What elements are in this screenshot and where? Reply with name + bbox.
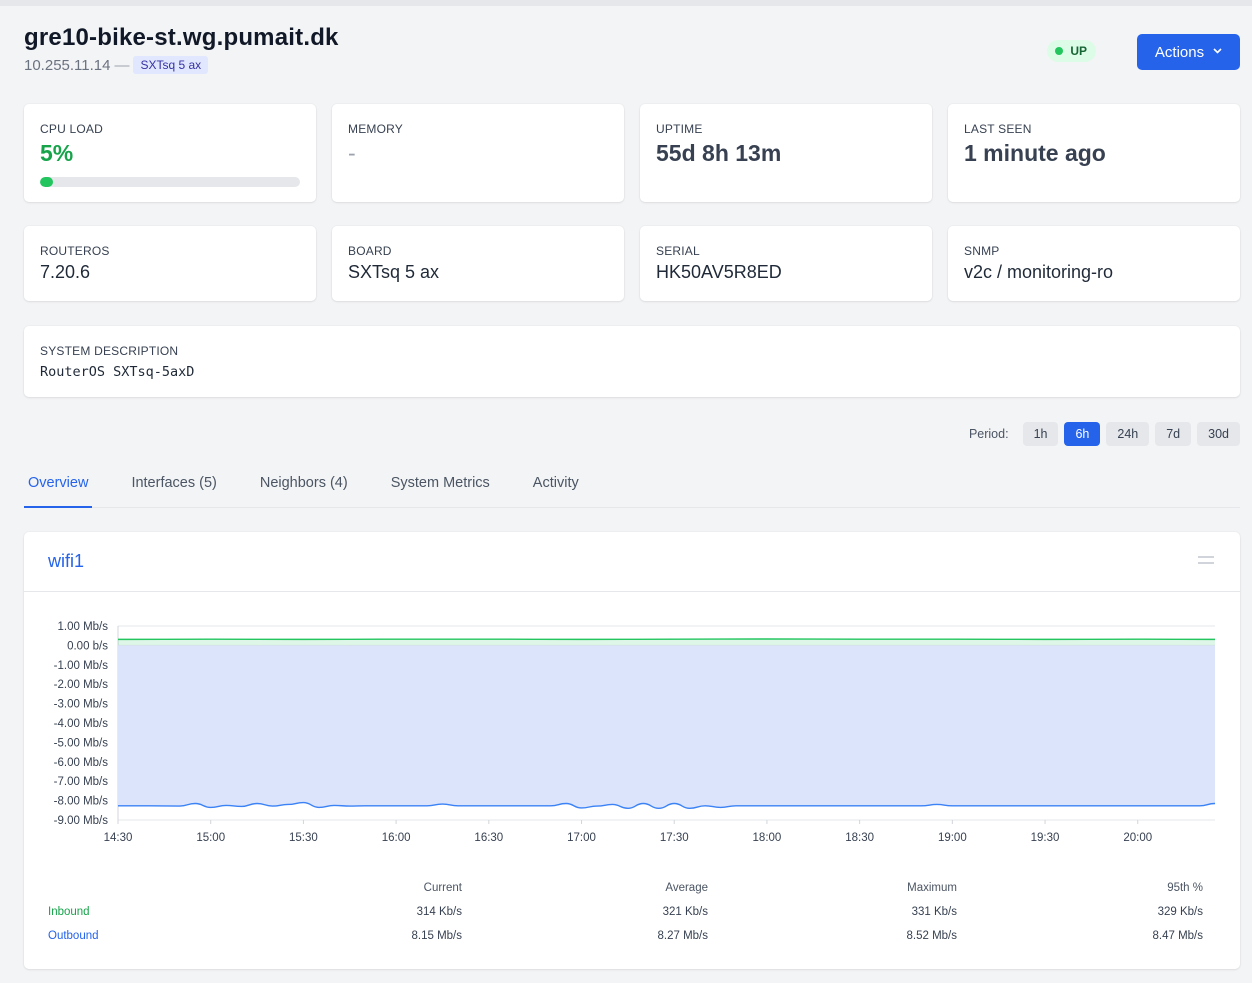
system-description-card: SYSTEM DESCRIPTION RouterOS SXTsq-5axD [24, 326, 1240, 397]
y-tick-label: -5.00 Mb/s [54, 737, 109, 749]
stats-row-inbound: Inbound 314 Kb/s 321 Kb/s 331 Kb/s 329 K… [24, 906, 1240, 924]
period-6h-button[interactable]: 6h [1064, 422, 1101, 446]
last-seen-card: LAST SEEN 1 minute ago [948, 104, 1240, 202]
period-selector: Period: 1h 6h 24h 7d 30d [969, 422, 1240, 446]
routeros-value: 7.20.6 [40, 262, 91, 282]
system-description-label: SYSTEM DESCRIPTION [40, 344, 179, 358]
cpu-load-card: CPU LOAD 5% [24, 104, 316, 202]
memory-value: - [348, 140, 356, 166]
uptime-label: UPTIME [656, 122, 703, 136]
board-card: BOARD SXTsq 5 ax [332, 226, 624, 301]
board-value: SXTsq 5 ax [348, 262, 440, 282]
y-tick-label: 0.00 b/s [67, 640, 108, 652]
x-tick-label: 20:00 [1123, 832, 1152, 842]
stats-current: 8.15 Mb/s [411, 930, 463, 942]
actions-label: Actions [1154, 43, 1205, 61]
x-tick-label: 16:30 [474, 832, 503, 842]
period-30d-button[interactable]: 30d [1197, 422, 1240, 446]
stats-p95: 8.47 Mb/s [1152, 930, 1204, 942]
uptime-card: UPTIME 55d 8h 13m [640, 104, 932, 202]
series-area-outbound [118, 645, 1215, 809]
tab-interfaces[interactable]: Interfaces (5) [127, 470, 220, 507]
memory-card: MEMORY - [332, 104, 624, 202]
interface-chart-card: wifi1 1.00 Mb/s 0.00 b/s -1.00 Mb/s -2.00 M… [24, 532, 1240, 969]
device-ip: 10.255.11.14 [24, 56, 111, 74]
chart-title[interactable]: wifi1 [48, 551, 84, 572]
serial-value: HK50AV5R8ED [656, 262, 782, 282]
uptime-value: 55d 8h 13m [656, 140, 782, 166]
memory-label: MEMORY [348, 122, 403, 136]
serial-label: SERIAL [656, 244, 700, 258]
system-description-value: RouterOS SXTsq-5axD [40, 364, 195, 380]
snmp-value: v2c / monitoring-ro [964, 262, 1114, 282]
stats-row-name: Inbound [48, 906, 90, 918]
y-tick-label: 1.00 Mb/s [58, 621, 109, 633]
y-tick-label: -1.00 Mb/s [54, 660, 109, 672]
cpu-load-bar-fill [40, 177, 53, 187]
chevron-down-icon [1213, 46, 1222, 57]
cpu-load-value: 5% [40, 140, 74, 166]
stats-header-current: Current [423, 882, 462, 894]
board-label: BOARD [348, 244, 392, 258]
x-tick-label: 17:30 [660, 832, 689, 842]
device-header: gre10-bike-st.wg.pumait.dk 10.255.11.14 … [24, 24, 1240, 84]
y-tick-label: -3.00 Mb/s [54, 699, 109, 711]
model-badge: SXTsq 5 ax [133, 56, 209, 74]
x-tick-label: 19:30 [1031, 832, 1060, 842]
stats-header-average: Average [665, 882, 708, 894]
stats-row-name: Outbound [48, 930, 99, 942]
cpu-load-bar [40, 177, 300, 187]
stats-header-p95: 95th % [1167, 882, 1203, 894]
actions-button[interactable]: Actions [1137, 34, 1240, 70]
stats-current: 314 Kb/s [416, 906, 462, 918]
tab-activity[interactable]: Activity [529, 470, 583, 507]
x-tick-label: 19:00 [938, 832, 967, 842]
menu-icon[interactable] [1198, 556, 1214, 566]
tab-system-metrics[interactable]: System Metrics [387, 470, 494, 507]
chart-header: wifi1 [24, 532, 1240, 592]
status-text: UP [1070, 44, 1087, 58]
period-7d-button[interactable]: 7d [1155, 422, 1192, 446]
y-tick-label: -7.00 Mb/s [54, 776, 109, 788]
y-tick-label: -6.00 Mb/s [54, 757, 109, 769]
stats-row-outbound: Outbound 8.15 Mb/s 8.27 Mb/s 8.52 Mb/s 8… [24, 930, 1240, 948]
stats-average: 8.27 Mb/s [657, 930, 709, 942]
last-seen-value: 1 minute ago [964, 140, 1106, 166]
cpu-load-label: CPU LOAD [40, 122, 103, 136]
serial-card: SERIAL HK50AV5R8ED [640, 226, 932, 301]
period-1h-button[interactable]: 1h [1022, 422, 1059, 446]
y-tick-label: -4.00 Mb/s [54, 718, 109, 730]
y-tick-label: -2.00 Mb/s [54, 679, 109, 691]
x-tick-label: 17:00 [567, 832, 596, 842]
y-tick-label: -9.00 Mb/s [54, 815, 109, 827]
snmp-card: SNMP v2c / monitoring-ro [948, 226, 1240, 301]
traffic-chart: 1.00 Mb/s 0.00 b/s -1.00 Mb/s -2.00 Mb/s -3.… [54, 621, 1216, 842]
x-tick-label: 15:00 [196, 832, 225, 842]
tab-neighbors[interactable]: Neighbors (4) [256, 470, 352, 507]
subtitle-separator: — [114, 56, 130, 74]
routeros-card: ROUTEROS 7.20.6 [24, 226, 316, 301]
stats-header-maximum: Maximum [907, 882, 957, 894]
snmp-label: SNMP [964, 244, 1000, 258]
x-tick-label: 18:30 [845, 832, 874, 842]
stats-maximum: 8.52 Mb/s [906, 930, 958, 942]
status-badge: UP [1047, 40, 1096, 62]
stats-header-row: Current Average Maximum 95th % [24, 882, 1240, 900]
period-label: Period: [968, 427, 1009, 441]
tab-overview[interactable]: Overview [24, 470, 93, 508]
last-seen-label: LAST SEEN [964, 122, 1032, 136]
x-tick-label: 15:30 [289, 832, 318, 842]
x-tick-label: 16:00 [382, 832, 411, 842]
stats-p95: 329 Kb/s [1157, 906, 1203, 918]
x-tick-label: 18:00 [753, 832, 782, 842]
stats-maximum: 331 Kb/s [911, 906, 957, 918]
top-edge [0, 0, 1252, 6]
status-dot-icon [1055, 47, 1064, 55]
stats-average: 321 Kb/s [662, 906, 708, 918]
routeros-label: ROUTEROS [40, 244, 110, 258]
y-tick-label: -8.00 Mb/s [54, 796, 109, 808]
tab-bar: Overview Interfaces (5) Neighbors (4) Sy… [24, 470, 1240, 508]
period-24h-button[interactable]: 24h [1106, 422, 1150, 446]
x-tick-label: 14:30 [104, 832, 133, 842]
